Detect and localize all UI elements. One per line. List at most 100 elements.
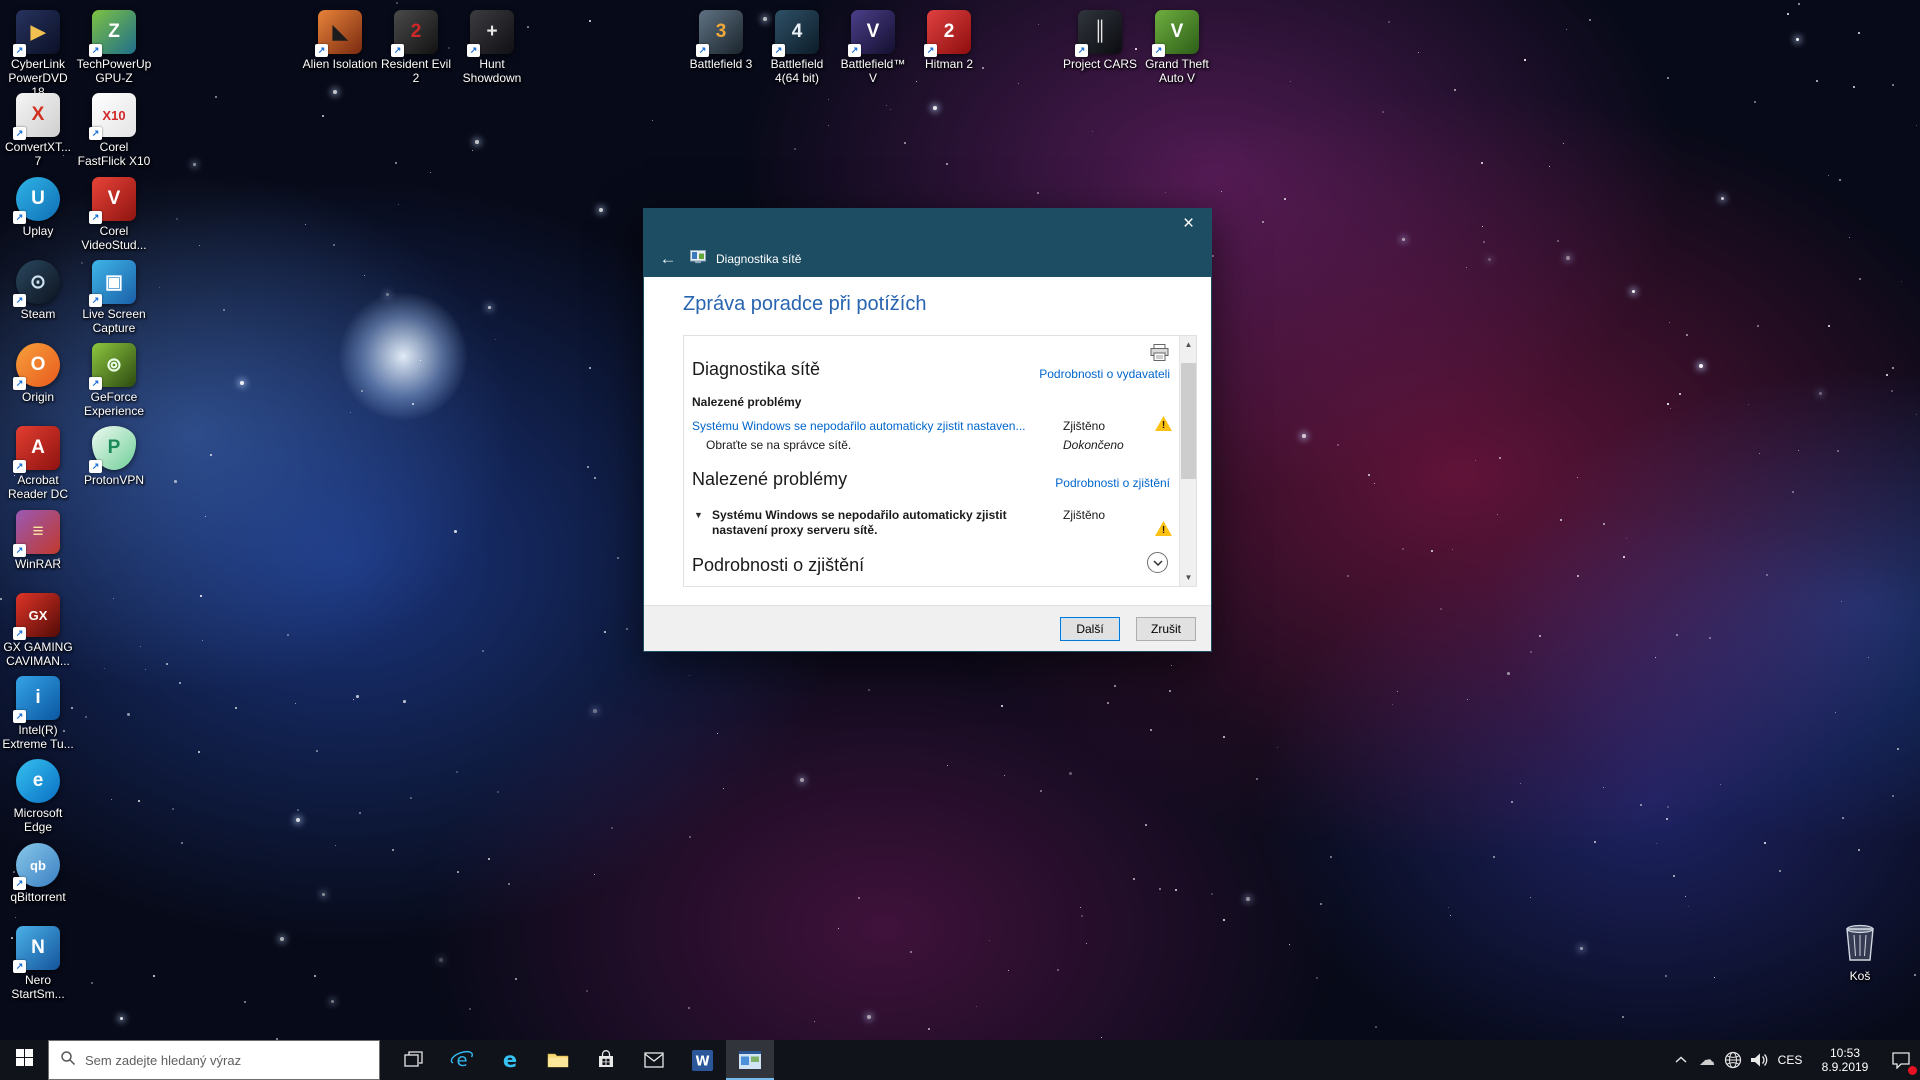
back-button[interactable]: ← [656, 249, 680, 269]
titlebar[interactable]: ← Diagnostika sítě × [644, 209, 1211, 277]
desktop-icon-geforce-experience[interactable]: ⊚↗GeForce Experience [76, 343, 152, 418]
found-problems-label: Nalezené problémy [692, 395, 801, 409]
close-button[interactable]: × [1166, 209, 1211, 239]
desktop-icon-resident-evil-2[interactable]: 2↗Resident Evil 2 [378, 10, 454, 85]
system-tray: ☁ CES 10:53 8.9.2019 [1668, 1040, 1920, 1080]
desktop-icon-corel-videostud[interactable]: V↗Corel VideoStud... [76, 177, 152, 252]
desktop-icon-nero-startsm[interactable]: N↗Nero StartSm... [0, 926, 76, 1001]
desktop-icon-winrar[interactable]: ≡↗WinRAR [0, 510, 76, 571]
dialog-heading: Zpráva poradce při potížích [683, 293, 926, 316]
desktop-icon-convertxt-7[interactable]: X↗ConvertXT... 7 [0, 93, 76, 168]
next-button[interactable]: Další [1060, 617, 1120, 641]
edge-icon: e [498, 1048, 522, 1072]
publisher-details-link[interactable]: Podrobnosti o vydavateli [1039, 367, 1170, 381]
desktop-icon-label: Hitman 2 [925, 57, 973, 71]
taskbar-search[interactable] [48, 1040, 380, 1080]
desktop-icon-gx-gaming-caviman[interactable]: GX↗GX GAMING CAVIMAN... [0, 593, 76, 668]
notification-center-icon[interactable] [1882, 1040, 1920, 1080]
recycle-bin-label: Koš [1850, 969, 1871, 983]
desktop-icon-label: Hunt Showdown [454, 57, 530, 85]
shortcut-arrow-badge: ↗ [1152, 44, 1165, 57]
details-section-title: Podrobnosti o zjištění [692, 555, 864, 576]
desktop-icon-label: qBittorrent [10, 890, 65, 904]
taskbar-file-explorer[interactable] [534, 1040, 582, 1080]
desktop-icon-label: Microsoft Edge [0, 806, 76, 834]
scroll-up-button[interactable]: ▲ [1180, 336, 1197, 353]
problem-status: Zjištěno [1063, 419, 1105, 433]
fastflick-icon: X10↗ [92, 93, 136, 137]
desktop-icon-label: Acrobat Reader DC [0, 473, 76, 501]
desktop-icon-battlefield-v[interactable]: V↗Battlefield™ V [835, 10, 911, 85]
desktop-icon-grand-theft-auto-v[interactable]: V↗Grand Theft Auto V [1139, 10, 1215, 85]
search-input[interactable] [85, 1053, 368, 1068]
desktop-icon-acrobat-reader-dc[interactable]: A↗ Acrobat Reader DC [0, 426, 76, 501]
taskbar-mail[interactable] [630, 1040, 678, 1080]
taskbar-word[interactable]: W [678, 1040, 726, 1080]
gta-v-icon: V↗ [1155, 10, 1199, 54]
desktop-icon-battlefield-4-64-bit[interactable]: 4↗Battlefield 4(64 bit) [759, 10, 835, 85]
desktop-icon-project-cars[interactable]: ║↗Project CARS [1062, 10, 1138, 71]
clock[interactable]: 10:53 8.9.2019 [1808, 1040, 1882, 1080]
desktop-icon-steam[interactable]: ⊙↗Steam [0, 260, 76, 321]
problem-link[interactable]: Systému Windows se nepodařilo automatick… [692, 419, 1052, 433]
desktop-icon-recycle-bin[interactable]: Koš [1822, 920, 1898, 983]
desktop-icon-alien-isolation[interactable]: ◣↗Alien Isolation [302, 10, 378, 71]
desktop-icon-hitman-2[interactable]: 2↗ Hitman 2 [911, 10, 987, 71]
scrollbar-thumb[interactable] [1181, 363, 1196, 479]
start-button[interactable] [0, 1040, 48, 1080]
desktop-icon-cyberlink-powerdvd-18[interactable]: ▶↗CyberLink PowerDVD 18 [0, 10, 76, 99]
word-icon: W [692, 1050, 713, 1071]
taskbar-troubleshooter-window[interactable] [726, 1040, 774, 1080]
hitman-2-icon: 2↗ [927, 10, 971, 54]
expand-details-button[interactable] [1147, 552, 1168, 573]
taskbar-store[interactable] [582, 1040, 630, 1080]
shortcut-arrow-badge: ↗ [13, 460, 26, 473]
nero-icon: N↗ [16, 926, 60, 970]
shortcut-arrow-badge: ↗ [13, 377, 26, 390]
shortcut-arrow-badge: ↗ [89, 211, 102, 224]
powerdvd-icon: ▶↗ [16, 10, 60, 54]
desktop-icon-origin[interactable]: O↗Origin [0, 343, 76, 404]
network-diagnostics-window: ← Diagnostika sítě × Zpráva poradce při … [643, 208, 1212, 652]
taskbar-task-view[interactable] [390, 1040, 438, 1080]
scroll-down-button[interactable]: ▼ [1180, 569, 1197, 586]
taskbar-edge[interactable]: e [486, 1040, 534, 1080]
desktop-icon-protonvpn[interactable]: P↗ProtonVPN [76, 426, 152, 487]
desktop-icon-qbittorrent[interactable]: qb↗qBittorrent [0, 843, 76, 904]
desktop-icon-label: Live Screen Capture [76, 307, 152, 335]
gpuz-icon: Z↗ [92, 10, 136, 54]
taskbar-apps: ee W [390, 1040, 774, 1080]
desktop-icon-battlefield-3[interactable]: 3↗Battlefield 3 [683, 10, 759, 71]
desktop-icon-live-screen-capture[interactable]: ▣↗Live Screen Capture [76, 260, 152, 335]
taskbar-internet-explorer[interactable]: e [438, 1040, 486, 1080]
desktop-icon-microsoft-edge[interactable]: e Microsoft Edge [0, 759, 76, 834]
desktop-icon-corel-fastflick-x10[interactable]: X10↗Corel FastFlick X10 [76, 93, 152, 168]
acrobat-reader-icon: A↗ [16, 426, 60, 470]
shortcut-arrow-badge: ↗ [89, 460, 102, 473]
expander-triangle-icon[interactable]: ▼ [694, 510, 703, 520]
shortcut-arrow-badge: ↗ [89, 44, 102, 57]
onedrive-icon[interactable]: ☁ [1694, 1040, 1720, 1080]
desktop-icon-uplay[interactable]: U↗Uplay [0, 177, 76, 238]
shortcut-arrow-badge: ↗ [13, 710, 26, 723]
shortcut-arrow-badge: ↗ [315, 44, 328, 57]
report-scrollbar[interactable]: ▲ ▼ [1179, 336, 1196, 586]
desktop-icon-intel-r-extreme-tu[interactable]: i↗Intel(R) Extreme Tu... [0, 676, 76, 751]
mail-icon [644, 1052, 664, 1068]
report-area: Diagnostika sítě Podrobnosti o vydavatel… [683, 335, 1197, 587]
report-section1-title: Diagnostika sítě [692, 359, 820, 380]
edge-desktop-icon: e [16, 759, 60, 803]
desktop-icon-label: Battlefield™ V [835, 57, 911, 85]
detection-details-link[interactable]: Podrobnosti o zjištění [1055, 476, 1170, 490]
tray-chevron-up-icon[interactable] [1668, 1040, 1694, 1080]
desktop-icon-hunt-showdown[interactable]: +↗Hunt Showdown [454, 10, 530, 85]
network-icon[interactable] [1720, 1040, 1746, 1080]
window-title: Diagnostika sítě [716, 252, 801, 266]
cancel-button[interactable]: Zrušit [1136, 617, 1196, 641]
desktop-icon-techpowerup-gpu-z[interactable]: Z↗TechPowerUp GPU-Z [76, 10, 152, 85]
shortcut-arrow-badge: ↗ [89, 127, 102, 140]
videostudio-icon: V↗ [92, 177, 136, 221]
volume-icon[interactable] [1746, 1040, 1772, 1080]
language-indicator[interactable]: CES [1772, 1040, 1808, 1080]
print-icon[interactable] [1150, 344, 1169, 364]
